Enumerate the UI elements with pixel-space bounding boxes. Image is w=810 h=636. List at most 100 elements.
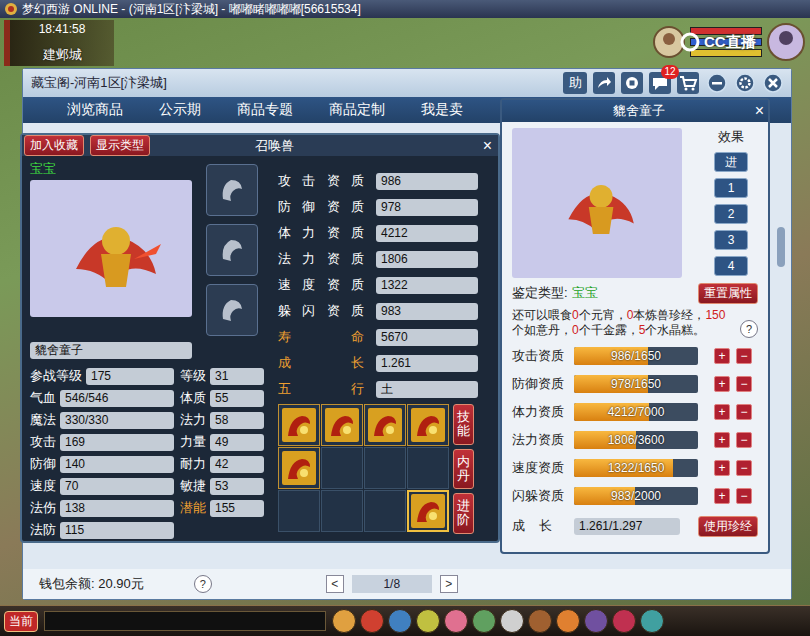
skill-icon[interactable] [411,494,445,528]
skill-slot[interactable] [321,447,363,489]
decrease-button[interactable]: − [736,432,752,448]
store-tab[interactable]: 商品定制 [311,101,403,119]
decrease-button[interactable]: − [736,460,752,476]
decrease-button[interactable]: − [736,376,752,392]
store-tab[interactable]: 浏览商品 [49,101,141,119]
increase-button[interactable]: + [714,460,730,476]
skill-slot[interactable] [321,404,363,446]
pet-side-button[interactable]: 技能 [453,404,474,445]
aptitude-bar: 1806/3600 [574,431,698,449]
store-tab[interactable]: 商品专题 [219,101,311,119]
wallet-help-button[interactable]: ? [194,575,212,593]
minimize-icon[interactable] [707,73,727,93]
use-scripture-button[interactable]: 使用珍经 [698,516,758,537]
shortcut-icon[interactable] [640,609,664,633]
attribute-label: 体力资质 [278,224,364,242]
chat-input[interactable] [44,611,326,631]
reset-attributes-button[interactable]: 重置属性 [698,283,758,304]
increase-button[interactable]: + [714,376,730,392]
appraisal-window: 貔舍童子×效果进1234鉴定类型:宝宝重置属性还可以喂食0个元宵，0本炼兽珍经，… [500,98,770,554]
effect-button[interactable]: 进 [714,152,748,172]
effect-button[interactable]: 3 [714,230,748,250]
share-icon[interactable] [593,72,615,94]
shortcut-icon[interactable] [360,609,384,633]
shortcut-icon[interactable] [388,609,412,633]
skill-slot[interactable] [278,490,320,532]
skill-slot[interactable] [407,447,449,489]
pet-panel-close-button[interactable]: × [479,138,496,154]
shortcut-icon[interactable] [472,609,496,633]
gear-icon[interactable] [735,73,755,93]
pet-panel-actions: 加入收藏显示类型 [24,135,150,156]
appraisal-close-button[interactable]: × [751,103,768,119]
next-page-button[interactable]: > [440,575,458,593]
skill-slot[interactable] [321,490,363,532]
attribute-label: 速度资质 [278,276,364,294]
aptitude-reading: 1322/1650 [574,459,698,477]
scrollbar[interactable] [777,227,785,267]
close-icon[interactable] [763,73,783,93]
shortcut-icon[interactable] [332,609,356,633]
pet-action-button[interactable]: 显示类型 [90,135,150,156]
equipment-slots [206,160,258,336]
feed-help-button[interactable]: ? [740,320,758,338]
effect-button[interactable]: 1 [714,178,748,198]
skill-slot[interactable] [364,447,406,489]
shortcut-icon[interactable] [612,609,636,633]
attribute-value: 1322 [376,277,478,294]
skill-slot[interactable] [407,490,449,532]
skill-icon[interactable] [411,408,445,442]
skill-slot[interactable] [278,447,320,489]
skill-icon[interactable] [282,408,316,442]
pet-info-column: 宝宝貔舍童子参战等级175等级31气血546/546体质55魔法330/330法… [30,160,266,541]
decrease-button[interactable]: − [736,404,752,420]
prev-page-button[interactable]: < [326,575,344,593]
skill-slot[interactable] [364,490,406,532]
shortcut-icon[interactable] [584,609,608,633]
equipment-slot[interactable] [206,284,258,336]
stat-row: 法防115 [30,519,266,541]
shortcut-icon[interactable] [444,609,468,633]
shortcut-icon[interactable] [416,609,440,633]
cart-icon[interactable] [677,72,699,94]
pet-side-button[interactable]: 进阶 [453,493,474,534]
appraisal-type-row: 鉴定类型:宝宝重置属性 [512,282,758,304]
stat-item: 耐力42 [180,455,264,473]
shortcut-bar [332,609,664,633]
aptitude-label: 闪躲资质 [512,487,568,505]
skill-icon[interactable] [325,408,359,442]
increase-button[interactable]: + [714,432,730,448]
decrease-button[interactable]: − [736,488,752,504]
shortcut-icon[interactable] [528,609,552,633]
help-button[interactable]: 助 [563,72,587,94]
skill-slot[interactable] [407,404,449,446]
player-avatar-icon[interactable] [766,22,806,62]
increase-button[interactable]: + [714,404,730,420]
equipment-slot[interactable] [206,164,258,216]
decrease-button[interactable]: − [736,348,752,364]
equipment-slot[interactable] [206,224,258,276]
stat-value: 330/330 [60,412,174,429]
channel-button[interactable]: 当前 [4,611,38,632]
increase-button[interactable]: + [714,348,730,364]
effect-buttons: 效果进1234 [714,128,748,278]
store-tab[interactable]: 我是卖 [403,101,481,119]
aptitude-reading: 983/2000 [574,487,698,505]
skill-slot[interactable] [364,404,406,446]
pet-side-button[interactable]: 内丹 [453,449,474,490]
stat-item: 法力58 [180,411,264,429]
skill-slot[interactable] [278,404,320,446]
skill-icon[interactable] [282,451,316,485]
stat-value: 42 [210,456,264,473]
skill-icon[interactable] [368,408,402,442]
effect-button[interactable]: 2 [714,204,748,224]
increase-button[interactable]: + [714,488,730,504]
message-button[interactable]: 12 [649,72,671,94]
shortcut-icon[interactable] [556,609,580,633]
pet-action-button[interactable]: 加入收藏 [24,135,84,156]
store-tab[interactable]: 公示期 [141,101,219,119]
effect-button[interactable]: 4 [714,256,748,276]
attribute-label: 躲闪资质 [278,302,364,320]
shortcut-icon[interactable] [500,609,524,633]
stop-icon[interactable] [621,72,643,94]
